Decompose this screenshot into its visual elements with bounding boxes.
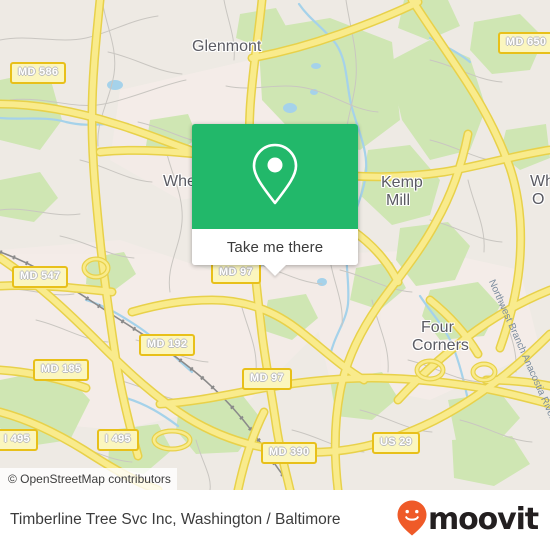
map-pin-icon	[249, 142, 301, 211]
moovit-wordmark: moovit	[427, 502, 539, 537]
osm-attribution[interactable]: © OpenStreetMap contributors	[0, 468, 177, 490]
popup-green-header	[192, 124, 358, 229]
location-popup-card[interactable]: Take me there	[192, 124, 358, 276]
take-me-there-label: Take me there	[226, 238, 324, 256]
moovit-logo[interactable]: moovit	[397, 500, 539, 541]
moovit-smiley-pin-icon	[397, 500, 427, 541]
popup-pointer-tail	[264, 265, 286, 276]
moovit-place-card: Glenmont Wheaton Kemp Mill Four Corners …	[0, 0, 550, 550]
footer-bar: Timberline Tree Svc Inc, Washington / Ba…	[0, 490, 550, 550]
map-canvas[interactable]: Glenmont Wheaton Kemp Mill Four Corners …	[0, 0, 550, 490]
popup-action-row[interactable]: Take me there	[192, 229, 358, 265]
place-title: Timberline Tree Svc Inc, Washington / Ba…	[10, 511, 341, 528]
